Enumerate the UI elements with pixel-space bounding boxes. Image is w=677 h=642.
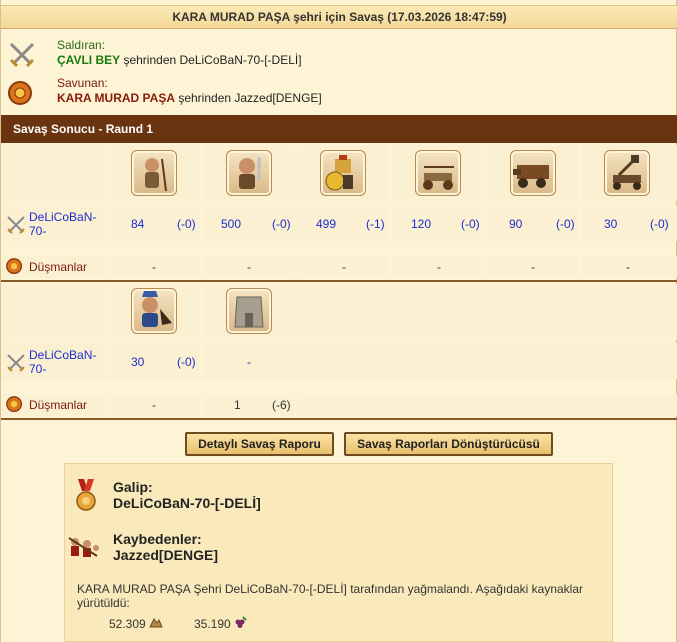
battle-result-panel: Galip: DeLiCoBaN-70-[-DELİ] Kaybedenler:… <box>64 463 613 642</box>
swordsman-icon[interactable] <box>226 150 272 196</box>
group-divider <box>1 418 677 420</box>
plunder-message: KARA MURAD PAŞA Şehri DeLiCoBaN-70-[-DEL… <box>77 582 584 610</box>
enemy-count: - <box>437 260 441 274</box>
enemy-count: - <box>342 260 346 274</box>
unit-loss: (-0) <box>177 355 196 369</box>
table-cell <box>297 394 677 416</box>
unit-count: 120 <box>411 217 432 231</box>
unit-count: 30 <box>604 217 618 231</box>
unit-count: 30 <box>131 355 145 369</box>
group-divider <box>1 280 677 282</box>
medal-icon <box>72 479 100 511</box>
enemy-count: 1 <box>234 398 241 412</box>
table-cell <box>297 343 677 379</box>
enemy-label: Düşmanlar <box>29 260 88 274</box>
unit-loss: (-0) <box>556 217 575 231</box>
defender-section: Savunan: KARA MURAD PAŞA şehrinden Jazze… <box>7 76 667 112</box>
defender-role-label: Savunan: <box>57 76 108 90</box>
unit-count: - <box>247 355 251 369</box>
unit-loss: (-0) <box>461 217 480 231</box>
spearman-icon[interactable] <box>131 150 177 196</box>
detailed-report-button[interactable]: Detaylı Savaş Raporu <box>185 432 334 456</box>
table-cell <box>297 284 677 340</box>
table-cell <box>1 284 106 340</box>
enemy-label: Düşmanlar <box>29 398 88 412</box>
unit-count: 500 <box>221 217 242 231</box>
wall-icon[interactable] <box>226 288 272 334</box>
winner-name: DeLiCoBaN-70-[-DELİ] <box>113 495 261 511</box>
ballista-icon[interactable] <box>415 150 461 196</box>
winner-title: Galip: <box>113 479 153 495</box>
shield-icon <box>7 78 37 108</box>
unit-count: 499 <box>316 217 337 231</box>
battle-report: KARA MURAD PAŞA şehri için Savaş (17.03.… <box>0 0 677 642</box>
attacker-role-label: Saldıran: <box>57 38 106 52</box>
report-converter-button[interactable]: Savaş Raporları Dönüştürücüsü <box>344 432 553 456</box>
resource-amount: 35.190 <box>194 617 231 631</box>
defender-name-link[interactable]: KARA MURAD PAŞA <box>57 91 175 105</box>
attacker-name-link[interactable]: ÇAVLI BEY <box>57 53 120 67</box>
enemy-count: - <box>152 398 156 412</box>
round-header: Savaş Sonucu - Raund 1 <box>1 115 677 143</box>
attacker-name-link[interactable]: DeLiCoBaN-70- <box>29 210 105 238</box>
shield-icon <box>5 257 27 279</box>
enemy-count: - <box>626 260 630 274</box>
enemy-count: - <box>152 260 156 274</box>
attacker-section: Saldıran: ÇAVLI BEY şehrinden DeLiCoBaN-… <box>7 38 667 74</box>
attacker-name-link[interactable]: DeLiCoBaN-70- <box>29 348 105 376</box>
unit-count: 84 <box>131 217 145 231</box>
stone-icon <box>149 616 163 631</box>
enemy-loss: (-6) <box>272 398 291 412</box>
attacker-origin: şehrinden DeLiCoBaN-70-[-DELİ] <box>120 53 302 67</box>
ram-icon[interactable] <box>510 150 556 196</box>
catapult-icon[interactable] <box>604 150 650 196</box>
unit-loss: (-0) <box>177 217 196 231</box>
shield-icon <box>5 395 27 417</box>
unit-loss: (-1) <box>366 217 385 231</box>
unit-loss: (-0) <box>650 217 669 231</box>
enemy-count: - <box>247 260 251 274</box>
crossed-swords-icon <box>5 214 27 236</box>
resource-amount: 52.309 <box>109 617 146 631</box>
loser-name: Jazzed[DENGE] <box>113 547 219 563</box>
crossed-swords-icon <box>7 40 37 70</box>
unit-count: 90 <box>509 217 523 231</box>
table-cell <box>1 145 106 201</box>
wine-grapes-icon <box>234 616 248 631</box>
defender-origin: şehrinden Jazzed[DENGE] <box>175 91 322 105</box>
defeated-soldiers-icon <box>67 534 101 566</box>
hoplite-icon[interactable] <box>320 150 366 196</box>
enemy-count: - <box>531 260 535 274</box>
report-title: KARA MURAD PAŞA şehri için Savaş (17.03.… <box>1 5 677 29</box>
crossed-swords-icon <box>5 352 27 374</box>
unit-loss: (-0) <box>272 217 291 231</box>
commander-icon[interactable] <box>131 288 177 334</box>
loser-title: Kaybedenler: <box>113 531 202 547</box>
